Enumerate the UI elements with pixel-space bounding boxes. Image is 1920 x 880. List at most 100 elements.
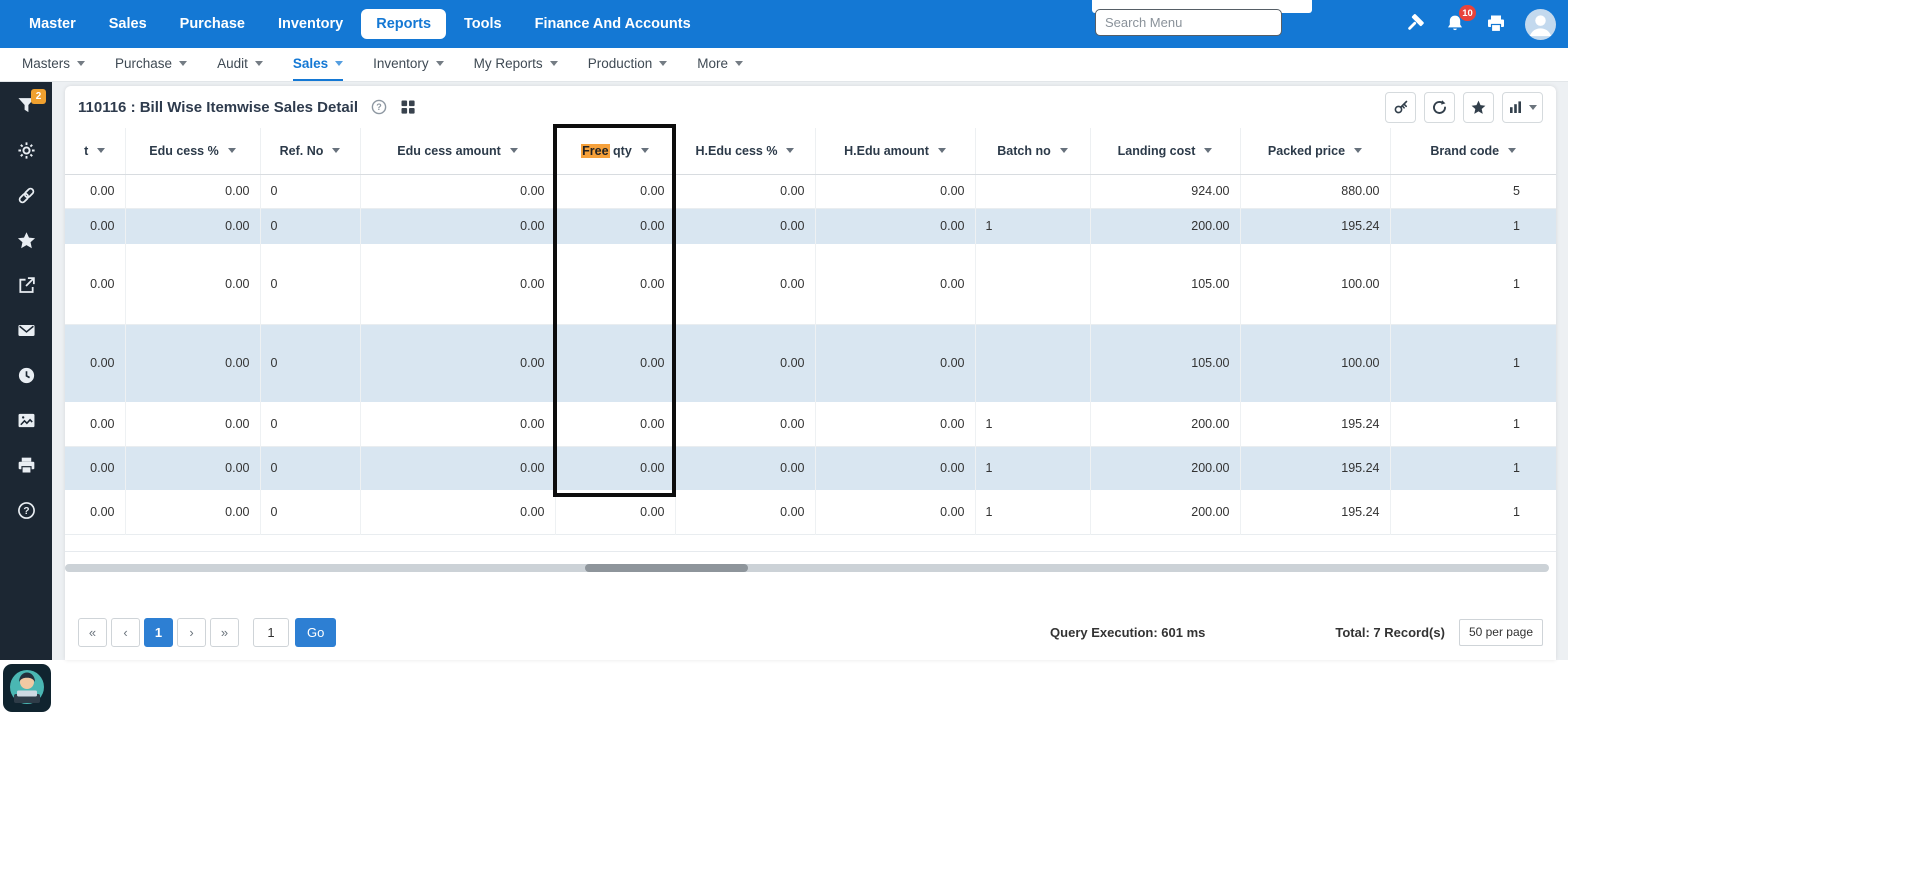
- subnav-masters[interactable]: Masters: [22, 48, 85, 81]
- table-cell: [975, 244, 1090, 324]
- subnav-sales[interactable]: Sales: [293, 48, 343, 81]
- table-cell: 0.00: [65, 174, 125, 208]
- user-avatar[interactable]: [1525, 9, 1556, 40]
- chart-view-button[interactable]: [1502, 92, 1543, 123]
- report-footer: « ‹ 1 › » Go Query Execution: 601 ms Tot…: [65, 618, 1556, 647]
- bell-icon[interactable]: 10: [1443, 12, 1467, 36]
- scrollbar-thumb[interactable]: [585, 564, 748, 572]
- sort-caret-icon: [228, 148, 236, 153]
- column-header-edu-cess-pct[interactable]: Edu cess %: [125, 128, 260, 174]
- table-cell: 0.00: [125, 244, 260, 324]
- star-icon[interactable]: [16, 230, 36, 250]
- search-menu-input[interactable]: [1095, 9, 1282, 36]
- link-icon[interactable]: [16, 185, 36, 205]
- table-cell: 5: [1390, 174, 1556, 208]
- gavel-icon[interactable]: [1402, 12, 1426, 36]
- empty-table-row: [65, 535, 1556, 552]
- filter-icon[interactable]: 2: [16, 95, 36, 115]
- export-icon[interactable]: [16, 275, 36, 295]
- column-header-batch-no[interactable]: Batch no: [975, 128, 1090, 174]
- notification-badge: 10: [1459, 5, 1476, 21]
- column-header-ref-no[interactable]: Ref. No: [260, 128, 360, 174]
- key-button[interactable]: [1385, 92, 1416, 123]
- query-execution-text: Query Execution: 601 ms: [1050, 625, 1205, 640]
- report-card: 110116 : Bill Wise Itemwise Sales Detail…: [65, 86, 1556, 660]
- column-header-free-qty[interactable]: Free qty: [555, 128, 675, 174]
- subnav-production[interactable]: Production: [588, 48, 668, 81]
- column-header-packed-price[interactable]: Packed price: [1240, 128, 1390, 174]
- printer-icon[interactable]: [16, 455, 36, 475]
- table-row[interactable]: 0.000.0000.000.000.000.001200.00195.241: [65, 446, 1556, 490]
- chat-assistant-logo[interactable]: [2, 663, 52, 713]
- table-row[interactable]: 0.000.0000.000.000.000.00105.00100.001: [65, 244, 1556, 324]
- horizontal-scrollbar[interactable]: [65, 564, 1549, 572]
- table-cell: 0.00: [815, 324, 975, 402]
- table-cell: 0.00: [360, 446, 555, 490]
- column-header-hedu-amount[interactable]: H.Edu amount: [815, 128, 975, 174]
- subnav-purchase[interactable]: Purchase: [115, 48, 187, 81]
- chevron-down-icon: [436, 61, 444, 66]
- menu-tools[interactable]: Tools: [449, 9, 517, 39]
- table-cell: 0.00: [125, 324, 260, 402]
- prev-page-button[interactable]: ‹: [111, 618, 140, 647]
- column-header-t[interactable]: t: [65, 128, 125, 174]
- subnav-my-reports[interactable]: My Reports: [474, 48, 558, 81]
- footer-status-group: Query Execution: 601 ms Total: 7 Record(…: [1050, 619, 1543, 646]
- table-cell: 0.00: [65, 208, 125, 244]
- table-cell: 100.00: [1240, 324, 1390, 402]
- chevron-down-icon: [77, 61, 85, 66]
- table-cell: 0.00: [65, 446, 125, 490]
- table-row[interactable]: 0.000.0000.000.000.000.001200.00195.241: [65, 208, 1556, 244]
- menu-reports[interactable]: Reports: [361, 9, 446, 39]
- app-window: Master Sales Purchase Inventory Reports …: [0, 0, 1568, 720]
- report-table: t Edu cess % Ref. No Edu cess amount Fre…: [65, 128, 1556, 535]
- menu-inventory[interactable]: Inventory: [263, 9, 358, 39]
- table-cell: [975, 324, 1090, 402]
- sort-caret-icon: [641, 148, 649, 153]
- refresh-button[interactable]: [1424, 92, 1455, 123]
- table-cell: 0.00: [125, 402, 260, 446]
- column-header-landing-cost[interactable]: Landing cost: [1090, 128, 1240, 174]
- table-cell: 200.00: [1090, 446, 1240, 490]
- table-row[interactable]: 0.000.0000.000.000.000.001200.00195.241: [65, 402, 1556, 446]
- mail-icon[interactable]: [16, 320, 36, 340]
- image-icon[interactable]: [16, 410, 36, 430]
- go-button[interactable]: Go: [295, 618, 336, 647]
- table-row[interactable]: 0.000.0000.000.000.000.00924.00880.005: [65, 174, 1556, 208]
- subnav-more[interactable]: More: [697, 48, 743, 81]
- current-page-button[interactable]: 1: [144, 618, 173, 647]
- table-row[interactable]: 0.000.0000.000.000.000.001200.00195.241: [65, 490, 1556, 534]
- column-header-brand-code[interactable]: Brand code: [1390, 128, 1556, 174]
- table-row[interactable]: 0.000.0000.000.000.000.00105.00100.001: [65, 324, 1556, 402]
- grid-icon[interactable]: [400, 99, 416, 115]
- table-cell: 195.24: [1240, 402, 1390, 446]
- table-cell: 0.00: [65, 402, 125, 446]
- subnav-audit[interactable]: Audit: [217, 48, 263, 81]
- table-cell: 0: [260, 244, 360, 324]
- help-circle-icon[interactable]: ?: [371, 99, 387, 115]
- table-cell: 1: [1390, 402, 1556, 446]
- per-page-select[interactable]: 50 per page: [1459, 619, 1543, 646]
- page-number-input[interactable]: [253, 618, 289, 647]
- next-page-button[interactable]: ›: [177, 618, 206, 647]
- favorite-star-button[interactable]: [1463, 92, 1494, 123]
- gear-icon[interactable]: [16, 140, 36, 160]
- clock-icon[interactable]: [16, 365, 36, 385]
- subnav-inventory[interactable]: Inventory: [373, 48, 444, 81]
- table-cell: 1: [1390, 244, 1556, 324]
- menu-sales[interactable]: Sales: [94, 9, 162, 39]
- column-header-hedu-cess-pct[interactable]: H.Edu cess %: [675, 128, 815, 174]
- menu-purchase[interactable]: Purchase: [165, 9, 260, 39]
- table-cell: 1: [1390, 324, 1556, 402]
- column-header-edu-cess-amount[interactable]: Edu cess amount: [360, 128, 555, 174]
- table-cell: 924.00: [1090, 174, 1240, 208]
- menu-finance-and-accounts[interactable]: Finance And Accounts: [520, 9, 706, 39]
- table-cell: 0.00: [360, 490, 555, 534]
- help-icon[interactable]: ?: [16, 500, 36, 520]
- printer-icon[interactable]: [1484, 12, 1508, 36]
- chevron-down-icon: [335, 61, 343, 66]
- first-page-button[interactable]: «: [78, 618, 107, 647]
- table-cell: 0.00: [555, 174, 675, 208]
- menu-master[interactable]: Master: [14, 9, 91, 39]
- last-page-button[interactable]: »: [210, 618, 239, 647]
